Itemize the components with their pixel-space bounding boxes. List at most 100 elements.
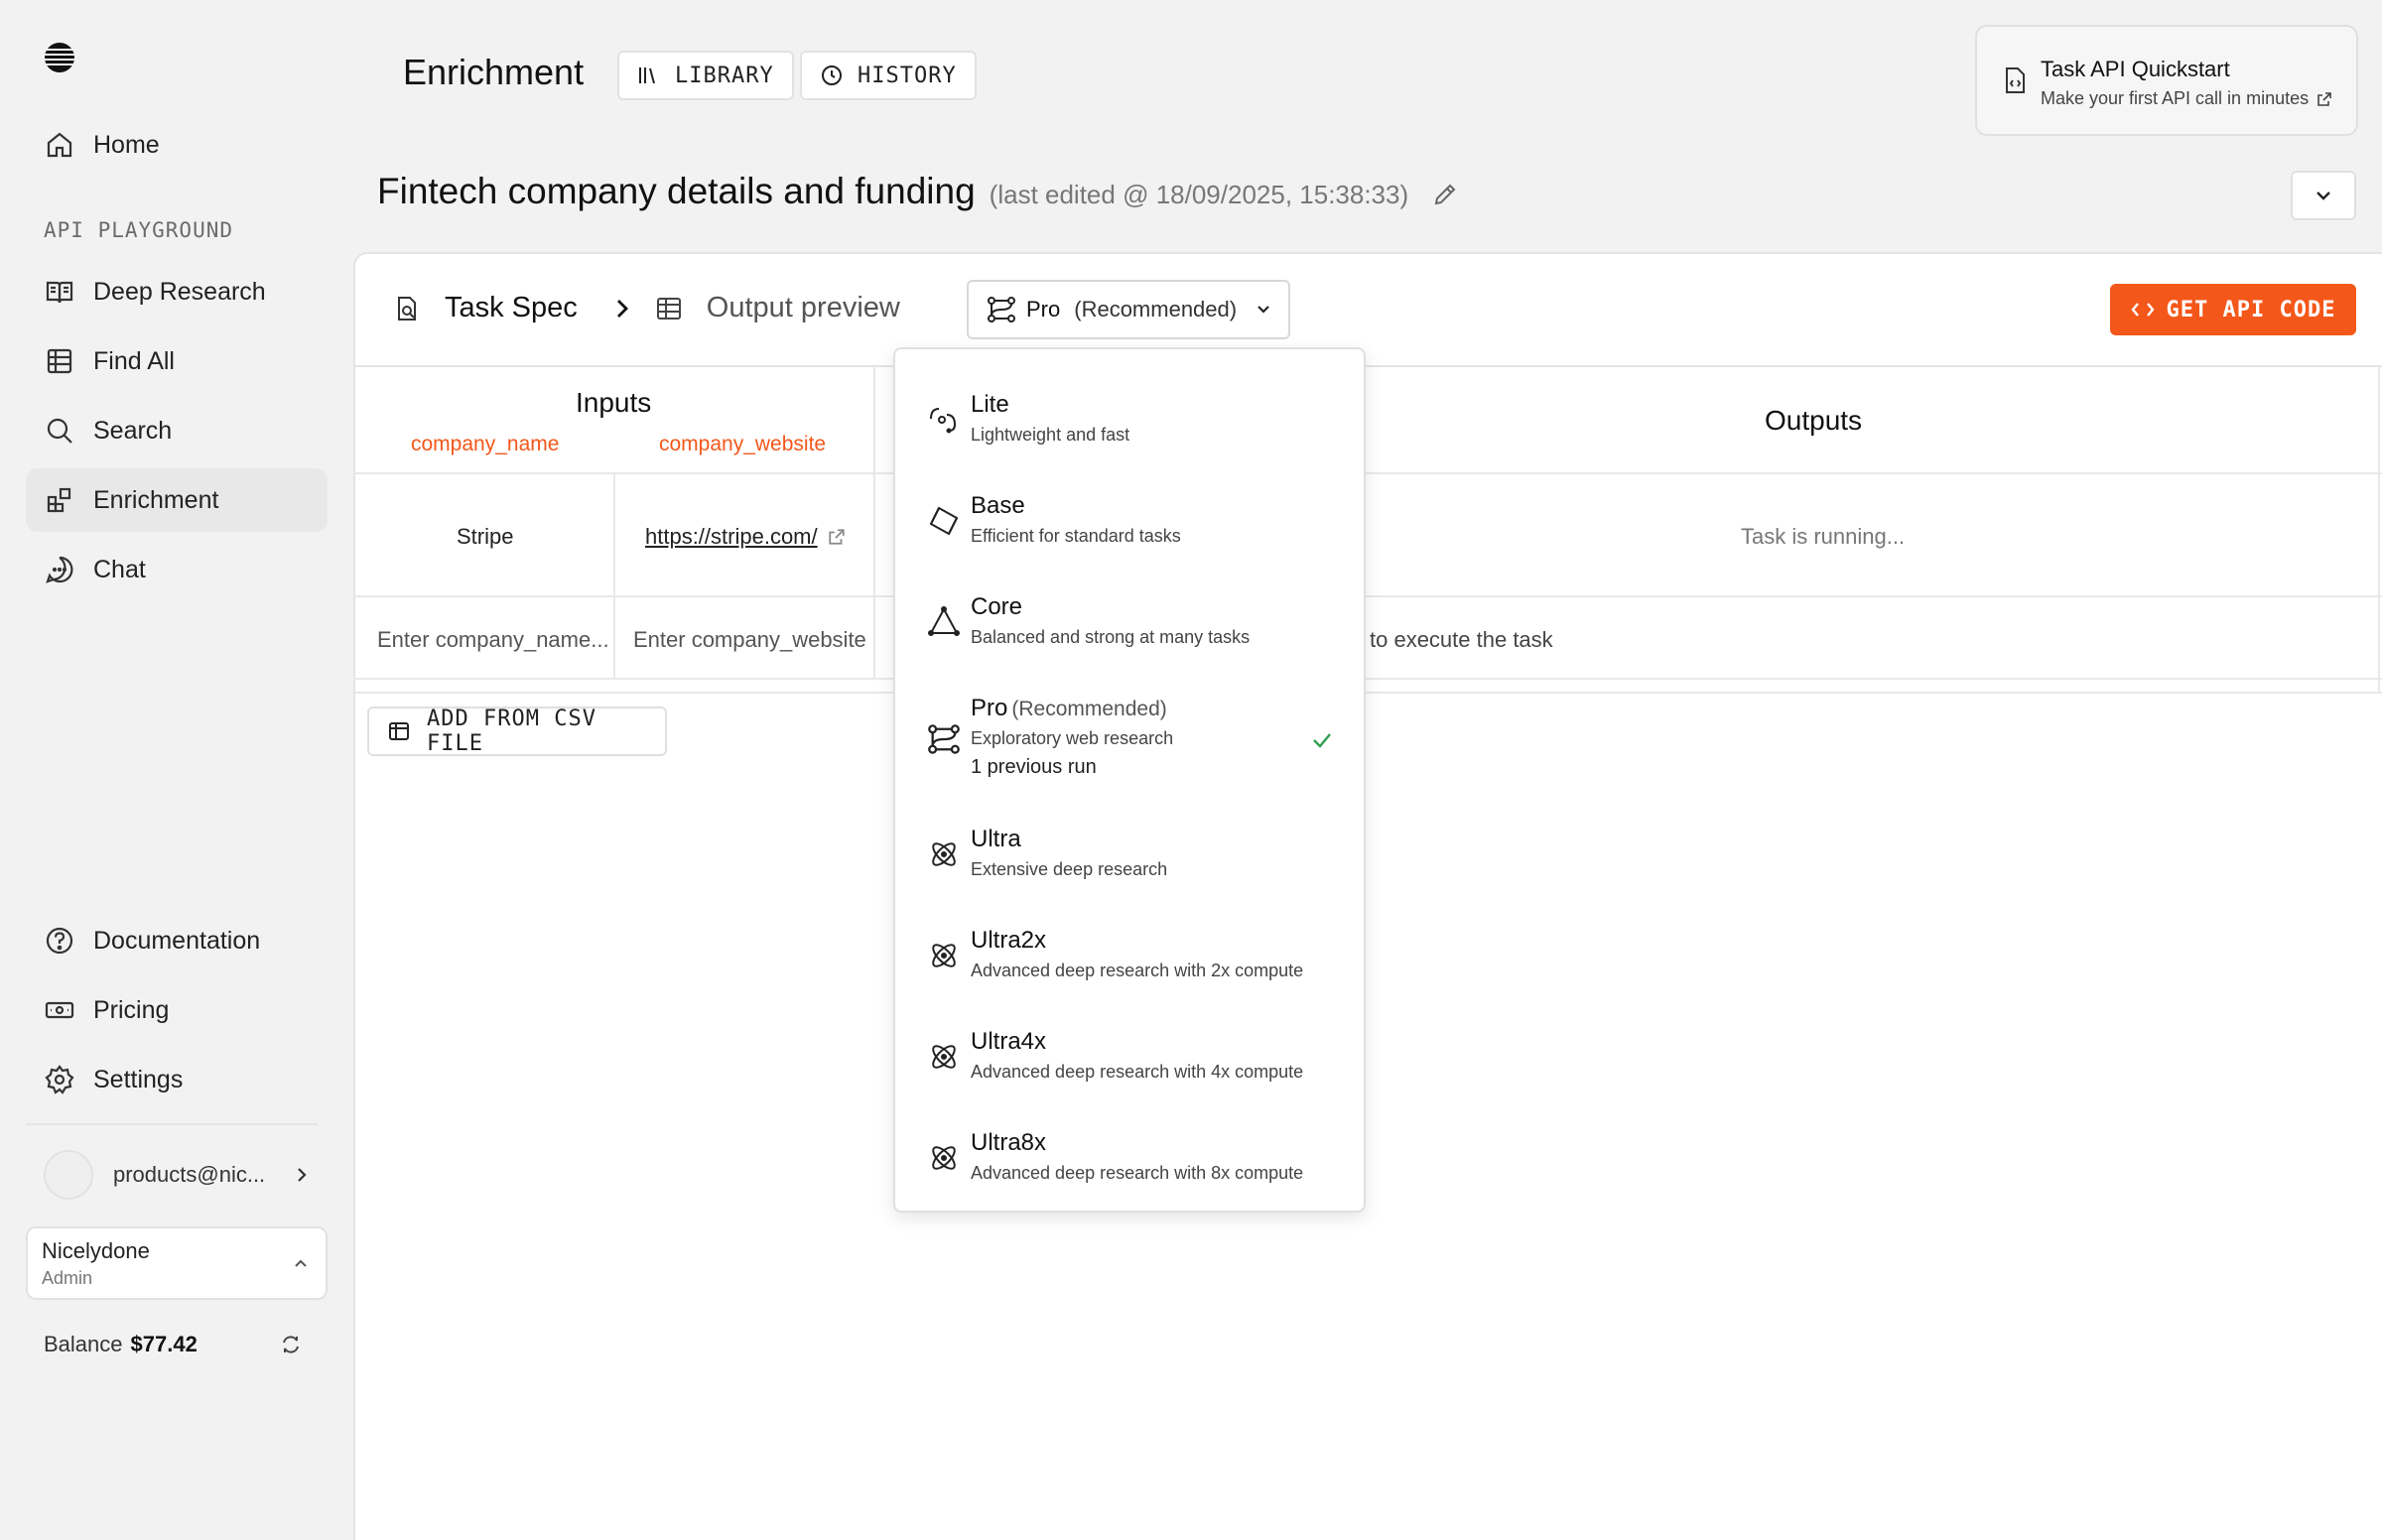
column-header-company-website: company_website (659, 433, 827, 455)
cell-company-website[interactable]: https://stripe.com/ (645, 524, 846, 550)
sidebar-item-label: Settings (93, 1065, 184, 1093)
model-option-description: Lightweight and fast (971, 425, 1130, 445)
table-top-border (353, 365, 2382, 367)
tab-task-spec[interactable]: Task Spec (445, 292, 578, 324)
model-option-ultra2x[interactable]: Ultra2x Advanced deep research with 2x c… (895, 905, 1364, 1004)
page-title: Enrichment (403, 52, 585, 92)
model-option-ultra4x[interactable]: Ultra4x Advanced deep research with 4x c… (895, 1006, 1364, 1105)
help-icon (44, 925, 75, 957)
money-icon (44, 994, 75, 1026)
org-switcher[interactable]: Nicelydone Admin (26, 1226, 328, 1300)
user-email: products@nic... (113, 1162, 266, 1187)
model-option-name: Ultra2x (971, 927, 1047, 954)
model-option-name: Ultra (971, 826, 1021, 852)
last-edited: (last edited @ 18/09/2025, 15:38:33) (989, 180, 1409, 209)
model-option-ultra8x[interactable]: Ultra8x Advanced deep research with 8x c… (895, 1107, 1364, 1207)
table-icon (387, 719, 411, 743)
core-icon (927, 605, 961, 639)
ultra-icon (927, 837, 961, 871)
table-right-border (2378, 367, 2380, 692)
model-option-description: Advanced deep research with 2x compute (971, 961, 1304, 980)
output-status: Task is running... (1741, 524, 1906, 549)
sidebar-item-enrichment[interactable]: Enrichment (26, 468, 328, 532)
model-option-description: Advanced deep research with 8x compute (971, 1163, 1304, 1183)
tab-output-preview[interactable]: Output preview (707, 292, 900, 324)
model-option-name-text: Pro (971, 695, 1008, 721)
sidebar-item-chat[interactable]: Chat (26, 538, 328, 601)
model-option-name: Base (971, 492, 1025, 519)
history-button[interactable]: HISTORY (800, 51, 977, 100)
execute-hint: to execute the task (1370, 627, 1553, 652)
model-option-tag: (Recommended) (1011, 698, 1167, 720)
main-panel (353, 252, 2382, 1540)
new-company-name-input[interactable]: Enter company_name... (377, 627, 609, 653)
org-role: Admin (42, 1268, 93, 1288)
org-name: Nicelydone (42, 1238, 150, 1263)
brand-logo-icon[interactable] (42, 40, 77, 75)
website-link[interactable]: https://stripe.com/ (645, 524, 818, 550)
refresh-icon[interactable] (280, 1334, 302, 1355)
book-icon (44, 276, 75, 308)
sidebar-item-find-all[interactable]: Find All (26, 329, 328, 393)
get-api-code-button[interactable]: GET API CODE (2110, 284, 2356, 335)
sidebar-item-label: Enrichment (93, 485, 219, 514)
balance-value: $77.42 (130, 1332, 198, 1356)
sidebar-item-deep-research[interactable]: Deep Research (26, 260, 328, 323)
breadcrumb: Task Spec Output preview (393, 292, 900, 324)
model-select-name: Pro (1026, 297, 1061, 321)
chevron-right-icon (613, 297, 631, 321)
library-button-label: LIBRARY (675, 63, 774, 88)
model-option-core[interactable]: Core Balanced and strong at many tasks (895, 572, 1364, 671)
sidebar-item-search[interactable]: Search (26, 399, 328, 462)
sidebar-divider (26, 1123, 318, 1125)
quickstart-subtitle: Make your first API call in minutes (2041, 88, 2332, 109)
model-select[interactable]: Pro (Recommended) (967, 280, 1290, 339)
balance-label: Balance (44, 1332, 123, 1356)
sidebar-item-settings[interactable]: Settings (26, 1048, 328, 1111)
column-divider (613, 472, 615, 678)
sidebar-item-label: Find All (93, 346, 175, 375)
edit-title-pencil-icon[interactable] (1431, 181, 1459, 208)
ultra-icon (927, 1141, 961, 1175)
collapse-toggle-button[interactable] (2291, 171, 2356, 220)
model-option-description: Balanced and strong at many tasks (971, 627, 1251, 647)
task-spec-icon (393, 294, 421, 323)
add-from-csv-button[interactable]: ADD FROM CSV FILE (367, 706, 667, 756)
grid-icon (44, 345, 75, 377)
sidebar-item-pricing[interactable]: Pricing (26, 978, 328, 1042)
quickstart-title: Task API Quickstart (2041, 57, 2230, 81)
new-company-website-input[interactable]: Enter company_website (633, 627, 866, 653)
get-api-code-label: GET API CODE (2166, 297, 2336, 322)
avatar (44, 1150, 93, 1200)
external-link-icon (2316, 91, 2332, 107)
model-option-ultra[interactable]: Ultra Extensive deep research (895, 804, 1364, 903)
table-icon (655, 295, 683, 322)
user-menu[interactable]: products@nic... (44, 1149, 312, 1201)
pro-icon (987, 296, 1016, 323)
quickstart-card[interactable]: Task API Quickstart Make your first API … (1975, 25, 2358, 136)
pro-icon (927, 722, 961, 756)
model-option-lite[interactable]: Lite Lightweight and fast (895, 369, 1364, 468)
home-icon (44, 129, 75, 161)
sidebar: Home API PLAYGROUND Deep Research Find A… (0, 0, 353, 1540)
cell-company-name[interactable]: Stripe (457, 524, 513, 550)
gear-icon (44, 1064, 75, 1095)
sidebar-item-label: Pricing (93, 995, 170, 1024)
chat-icon (44, 554, 75, 585)
sidebar-item-documentation[interactable]: Documentation (26, 909, 328, 972)
model-option-description: Efficient for standard tasks (971, 526, 1181, 546)
outputs-header: Outputs (1765, 405, 1863, 436)
library-icon (637, 64, 661, 87)
table-bottom-border (353, 692, 2382, 694)
sidebar-item-home[interactable]: Home (26, 113, 328, 177)
sidebar-item-label: Home (93, 130, 160, 159)
model-option-base[interactable]: Base Efficient for standard tasks (895, 470, 1364, 570)
inputs-outputs-divider (873, 367, 875, 678)
chevron-up-icon (292, 1254, 310, 1272)
table-row-divider (353, 678, 2382, 680)
library-button[interactable]: LIBRARY (617, 51, 794, 100)
external-link-icon[interactable] (828, 528, 846, 546)
model-option-pro[interactable]: Pro (Recommended) Exploratory web researc… (895, 673, 1364, 804)
chevron-down-icon (1255, 301, 1272, 319)
section-label-api-playground: API PLAYGROUND (44, 218, 234, 242)
